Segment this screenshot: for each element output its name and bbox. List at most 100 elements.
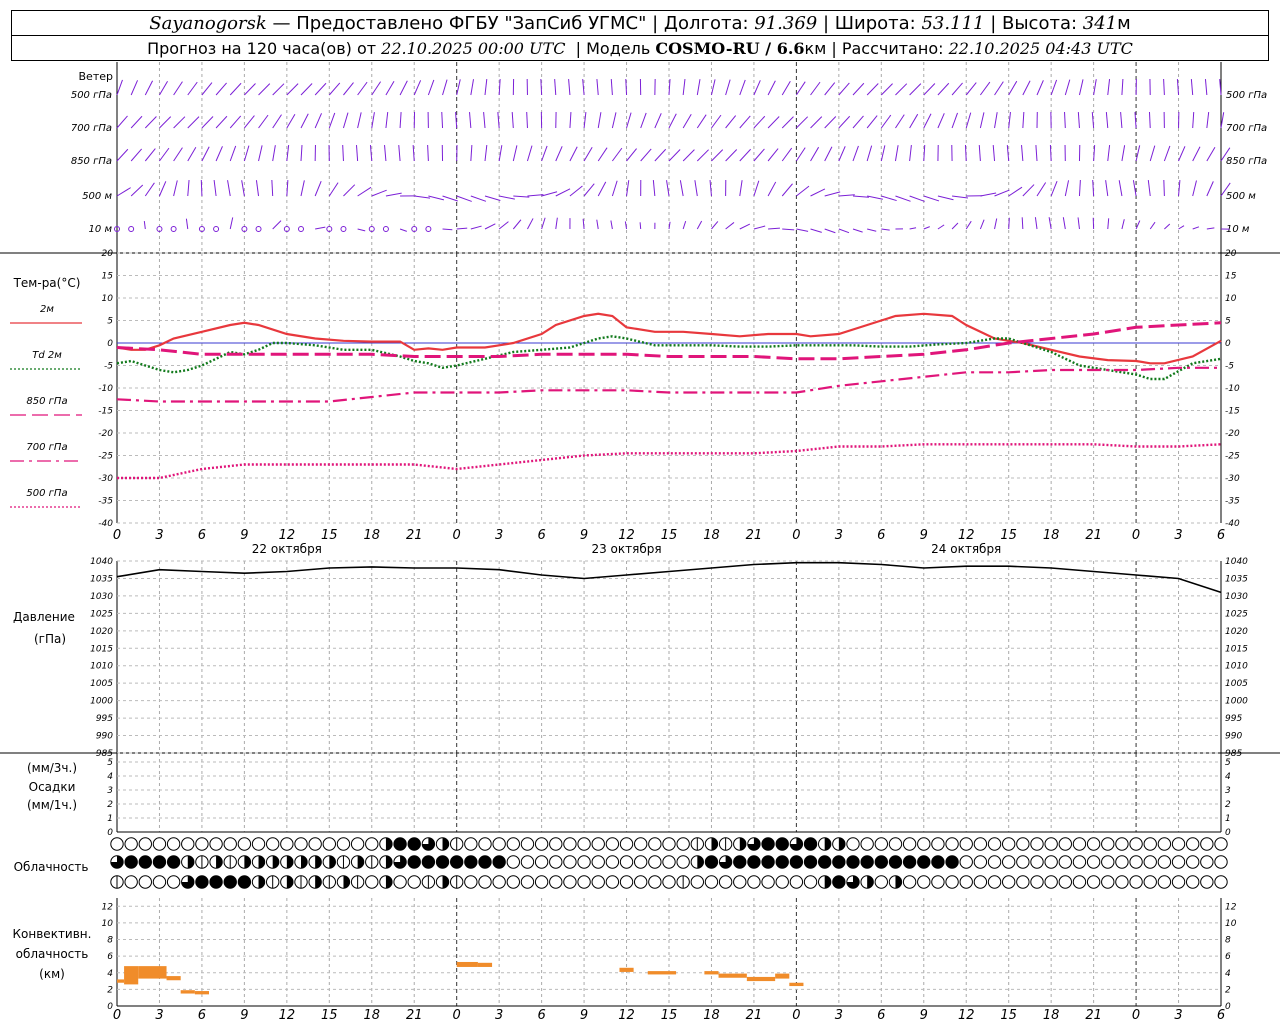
cloud-circle <box>478 855 492 869</box>
conv-ytick-left: 6 <box>107 952 113 962</box>
wind-barb <box>569 146 578 162</box>
cloud-circle <box>917 875 931 889</box>
wind-barb <box>994 189 1010 197</box>
cloud-circle <box>1101 855 1115 869</box>
wind-barb <box>554 79 557 96</box>
cloud-circle <box>237 875 252 889</box>
cloud-half-fill <box>895 875 902 889</box>
conv-ytick-left: 8 <box>107 936 113 946</box>
wind-barb <box>371 112 375 129</box>
wind-barb <box>923 113 932 129</box>
cloud-circle <box>393 875 407 889</box>
cloud-circle <box>945 855 959 869</box>
wind-barb <box>229 115 242 129</box>
wind-barb <box>753 80 761 96</box>
wind-barb <box>512 145 518 162</box>
cloud-half-fill <box>286 855 294 869</box>
press-ytick-left: 1035 <box>90 574 113 584</box>
wind-barb <box>753 115 766 129</box>
wind-barb <box>427 79 435 96</box>
wind-barb <box>314 113 322 129</box>
cloud-circle <box>1171 837 1186 851</box>
wind-barb <box>880 145 886 162</box>
press-ytick-left: 1000 <box>90 697 113 707</box>
press-ytick-left: 1030 <box>90 592 113 602</box>
cloud-circle <box>534 855 549 869</box>
wind-barb <box>116 148 129 162</box>
wind-barb <box>1036 80 1044 96</box>
cloud-circle <box>931 855 945 869</box>
cloud-circle <box>591 837 605 851</box>
temp-ytick-right: 15 <box>1225 272 1237 282</box>
cloud-half-fill <box>329 855 336 869</box>
temp-xtick: 0 <box>113 528 121 543</box>
wind-barb <box>1050 180 1058 197</box>
cloud-circle <box>421 855 436 869</box>
wind-barb <box>1206 112 1210 129</box>
wind-barb <box>1178 225 1185 230</box>
wind-barb <box>668 149 681 162</box>
cloud-circle <box>888 855 903 869</box>
cloud-circle <box>1171 875 1186 889</box>
cloud-half-fill <box>867 875 874 889</box>
cloud-circle <box>138 875 153 889</box>
cloud-circle <box>1101 837 1115 851</box>
cloud-circle <box>1185 875 1200 889</box>
wind-barb <box>626 112 632 129</box>
wind-barb <box>243 115 255 129</box>
conv-cloud-bar <box>647 971 677 975</box>
wind-barb <box>159 80 168 96</box>
cloud-circle <box>1129 875 1143 889</box>
wind-barb <box>541 145 548 162</box>
conv-xtick: 18 <box>363 1008 380 1023</box>
cloud-circle <box>464 875 478 889</box>
wind-calm-marker <box>425 226 432 232</box>
cloud-title: Облачность <box>14 860 89 874</box>
press-ytick-left: 995 <box>96 714 113 724</box>
cloud-circle <box>817 855 832 869</box>
wind-barb <box>300 83 313 96</box>
wind-barb <box>159 116 172 129</box>
cloud-circle <box>1157 875 1172 889</box>
temp-legend-label: Td 2м <box>32 350 62 361</box>
cloud-half-fill <box>711 837 718 851</box>
wind-barb <box>315 226 326 230</box>
wind-barb <box>795 81 806 96</box>
precip-ytick-right: 0 <box>1225 828 1231 838</box>
conv-xtick: 9 <box>920 1008 928 1023</box>
conv-xtick: 3 <box>835 1008 843 1023</box>
wind-barb <box>272 83 285 96</box>
precip-ytick-right: 3 <box>1225 786 1231 796</box>
conv-cloud-bar <box>789 982 804 987</box>
cloud-circle <box>549 837 563 851</box>
temp-ytick-right: 0 <box>1225 339 1231 349</box>
wind-barb <box>781 116 794 129</box>
cloud-half-fill <box>216 855 223 869</box>
wind-barb <box>371 189 387 197</box>
wind-barb <box>116 187 131 197</box>
cloud-circle <box>506 855 521 869</box>
conv-cloud-bar <box>456 961 478 967</box>
cloud-circle <box>747 875 761 889</box>
cloud-circle <box>761 855 775 869</box>
wind-barb <box>342 112 349 129</box>
cloud-circle <box>931 837 945 851</box>
conv-ytick-right: 2 <box>1225 985 1231 995</box>
temp-ytick-right: 5 <box>1225 317 1231 327</box>
wind-barb <box>668 113 677 129</box>
cloud-circle <box>209 837 223 851</box>
press-ytick-left: 1020 <box>90 627 113 637</box>
conv-ytick-right: 6 <box>1225 952 1231 962</box>
press-ytick-right: 1030 <box>1225 592 1248 602</box>
cloud-circle <box>761 875 775 889</box>
cloud-circle <box>534 875 549 889</box>
wind-barb <box>427 144 429 162</box>
cloud-circle <box>648 837 662 851</box>
press-yunit: (гПа) <box>34 632 66 646</box>
wind-barb <box>144 80 154 96</box>
wind-barb <box>469 112 472 129</box>
wind-barb <box>385 192 402 197</box>
wind-barb <box>1105 112 1109 129</box>
cloud-circle <box>789 875 804 889</box>
wind-barb <box>711 114 722 129</box>
